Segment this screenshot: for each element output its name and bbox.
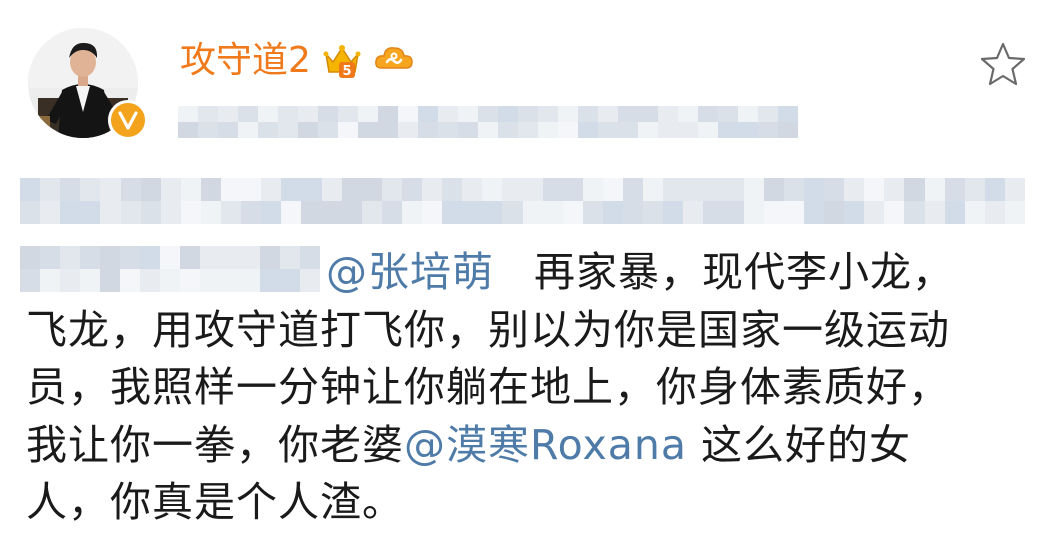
cloud-icon[interactable] <box>373 40 415 82</box>
verified-v-icon <box>118 111 138 130</box>
avatar-container[interactable] <box>28 28 148 140</box>
crown-vip-icon[interactable]: 5 <box>321 40 363 82</box>
mention-link[interactable]: @漠寒Roxana <box>404 421 687 469</box>
username[interactable]: 攻守道2 <box>180 36 311 86</box>
vip-level: 5 <box>342 64 351 79</box>
post-text: 人，你真是个人渣。 <box>26 478 404 526</box>
post-text: 再家暴，现代李小龙， <box>534 248 954 296</box>
star-outline-icon[interactable] <box>978 40 1028 90</box>
post-text: 这么好的女 <box>686 420 912 469</box>
redacted-text-line <box>20 178 1025 224</box>
post-body: @张培萌 再家暴，现代李小龙， 飞龙，用攻守道打飞你，别以为你是国家一级运动 员，… <box>26 244 1026 532</box>
redacted-metadata <box>178 106 798 138</box>
mention-link[interactable]: @张培萌 <box>326 248 494 296</box>
weibo-post: 攻守道2 5 @张培萌 再家暴，现代李小龙， 飞龙，用攻守道打飞你，别以为你是国家… <box>0 0 1050 549</box>
username-row: 攻守道2 5 <box>180 36 415 86</box>
post-text: 飞龙，用攻守道打飞你，别以为你是国家一级运动 <box>26 305 950 354</box>
post-text: 我让你一拳，你老婆 <box>26 420 404 469</box>
verified-badge <box>108 100 148 140</box>
post-text: 员，我照样一分钟让你躺在地上，你身体素质好， <box>26 363 950 411</box>
